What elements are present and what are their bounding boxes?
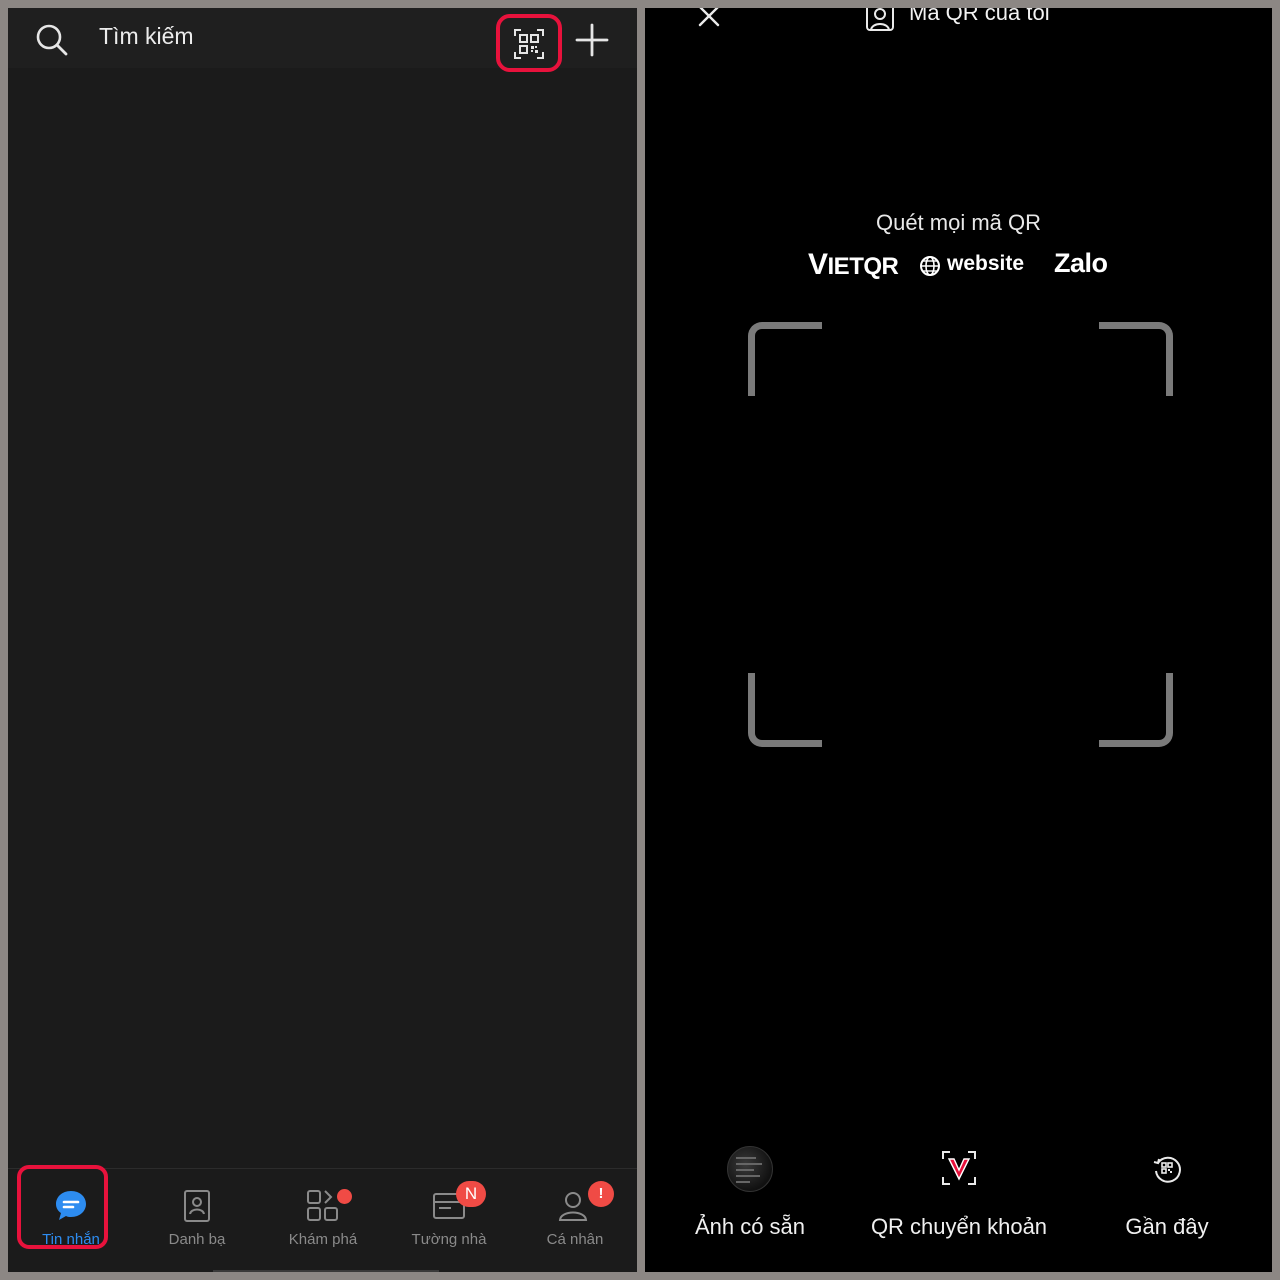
recent-qr-icon (1153, 1156, 1181, 1183)
vietqr-logo-initial: V (808, 248, 828, 281)
scan-frame-corner (1099, 322, 1173, 396)
qr-transfer-button[interactable]: QR chuyển khoản (859, 1138, 1059, 1248)
gallery-label: Ảnh có sẵn (694, 1214, 806, 1239)
alert-badge: ! (588, 1181, 614, 1207)
contacts-icon (184, 1190, 210, 1222)
tab-label: Cá nhân (546, 1231, 604, 1248)
qr-scan-icon (514, 29, 544, 59)
scan-frame-corner (748, 322, 822, 396)
zalo-messages-screen: Tìm kiếm Tin nhắn Danh bạ Khám phá N Tườ… (8, 8, 637, 1272)
supported-logos: VIETQR website Zalo (645, 248, 1272, 284)
close-icon[interactable] (697, 8, 721, 28)
tab-explore[interactable]: Khám phá (260, 1169, 386, 1272)
top-search-bar: Tìm kiếm (8, 8, 637, 72)
qr-scan-button[interactable] (496, 14, 562, 72)
qr-transfer-label: QR chuyển khoản (870, 1214, 1048, 1239)
search-icon[interactable] (34, 22, 70, 58)
tab-profile[interactable]: ! Cá nhân (512, 1169, 637, 1272)
website-logo-text: website (947, 252, 1025, 275)
scan-frame-corner (748, 673, 822, 747)
home-indicator (213, 1270, 439, 1272)
explore-grid-icon (307, 1190, 338, 1221)
tab-label: Danh bạ (168, 1231, 226, 1248)
notification-dot (337, 1189, 352, 1204)
scan-frame (748, 322, 1173, 747)
scan-frame-corner (1099, 673, 1173, 747)
vietqr-transfer-icon (942, 1151, 976, 1185)
recent-button[interactable]: Gần đây (1067, 1138, 1267, 1248)
plus-icon[interactable] (574, 22, 610, 58)
scan-title: Quét mọi mã QR (875, 210, 1042, 235)
vietqr-logo-text: IETQR (827, 253, 899, 280)
tab-contacts[interactable]: Danh bạ (134, 1169, 260, 1272)
zalo-logo: Zalo (1054, 248, 1108, 278)
gallery-button[interactable]: Ảnh có sẵn (650, 1138, 850, 1248)
user-qr-icon (866, 8, 894, 31)
tab-label: Khám phá (288, 1231, 358, 1248)
qr-scanner-screen: Mã QR của tôi Quét mọi mã QR VIETQR webs… (645, 8, 1272, 1272)
search-input[interactable]: Tìm kiếm (99, 23, 194, 50)
vietqr-logo: VIETQR (808, 248, 899, 282)
my-qr-label: Mã QR của tôi (909, 8, 1050, 25)
globe-icon (920, 256, 940, 276)
tab-timeline[interactable]: N Tường nhà (386, 1169, 512, 1272)
gallery-thumbnail (727, 1146, 773, 1192)
notification-badge: N (456, 1181, 486, 1207)
messages-tab-highlight (17, 1165, 108, 1249)
recent-label: Gần đây (1125, 1214, 1209, 1239)
tab-label: Tường nhà (411, 1231, 487, 1248)
